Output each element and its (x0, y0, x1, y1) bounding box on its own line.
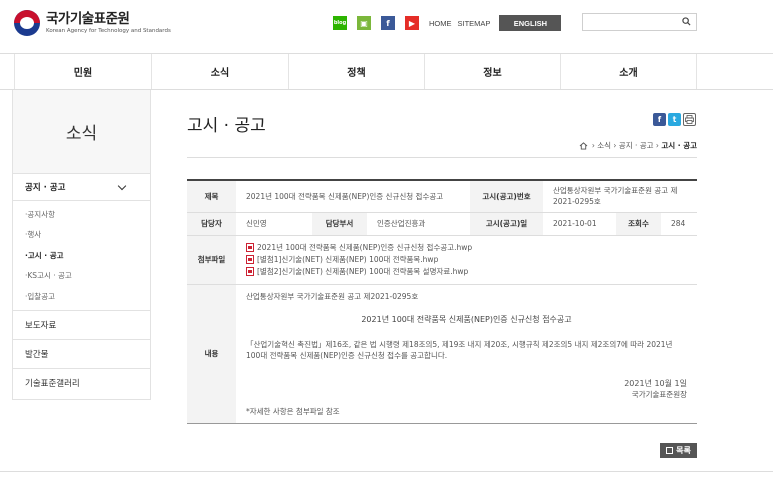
side-nav-group-notice[interactable]: 공지 · 공고 (13, 174, 150, 201)
department-value: 인증산업진흥과 (367, 212, 470, 236)
header: 국가기술표준원 Korean Agency for Technology and… (0, 0, 773, 48)
notice-number-value: 산업통상자원부 국가기술표준원 공고 제2021-0295호 (543, 180, 697, 213)
attachment-link[interactable]: [별첨1]신기술(NET) 신제품(NEP) 100대 전략품목.hwp (246, 254, 687, 266)
table-row: 내용 산업통상자원부 국가기술표준원 공고 제2021-0295호 2021년 … (187, 284, 697, 424)
divider (187, 157, 697, 158)
table-row: 제목 2021년 100대 전략품목 신제품(NEP)인증 신규신청 접수공고 … (187, 180, 697, 213)
department-label: 담당부서 (312, 212, 367, 236)
content-label: 내용 (187, 284, 236, 424)
body-date: 2021년 10월 1일 (624, 378, 687, 388)
sidebar-item-notices[interactable]: · 공지사항 (13, 204, 150, 225)
title-value: 2021년 100대 전략품목 신제품(NEP)인증 신규신청 접수공고 (236, 180, 470, 213)
notice-detail-table: 제목 2021년 100대 전략품목 신제품(NEP)인증 신규신청 접수공고 … (187, 179, 697, 424)
breadcrumb: › 소식 › 공지 · 공고 › 고시 · 공고 (579, 140, 697, 151)
sidebar-item-press[interactable]: 보도자료 (13, 311, 150, 340)
gnb-item-news[interactable]: 소식 (151, 54, 288, 89)
sidebar-item-publications[interactable]: 발간물 (13, 340, 150, 369)
logo-english-name: Korean Agency for Technology and Standar… (46, 27, 171, 34)
gnb-item-info[interactable]: 정보 (424, 54, 560, 89)
body-paragraph: 「산업기술혁신 촉진법」제16조, 같은 법 시행령 제18조의5, 제19조 … (246, 339, 673, 360)
logo-emblem-icon (14, 10, 40, 36)
logo-text: 국가기술표준원 Korean Agency for Technology and… (46, 10, 171, 35)
body-organization: 국가기술표준원장 (631, 389, 687, 399)
hwp-file-icon (246, 243, 254, 252)
gnb-item-policy[interactable]: 정책 (288, 54, 424, 89)
gnb-item-about[interactable]: 소개 (560, 54, 697, 89)
sidebar-item-announcements[interactable]: · 고시 · 공고 (13, 245, 150, 266)
facebook-share-icon[interactable]: f (653, 113, 666, 126)
views-value: 284 (661, 212, 697, 236)
attachments-label: 첨부파일 (187, 235, 236, 285)
side-nav-title: 소식 (13, 90, 150, 174)
side-nav-submenu: · 공지사항 · 행사 · 고시 · 공고 · KS고시 · 공고 · 입찰공고 (13, 201, 150, 311)
sidebar-item-gallery[interactable]: 기술표준갤러리 (13, 369, 150, 398)
home-link[interactable]: HOME (429, 19, 452, 28)
search-box (582, 13, 697, 31)
main-navigation: 민원 소식 정책 정보 소개 (0, 53, 773, 90)
sidebar-item-ks-announcements[interactable]: · KS고시 · 공고 (13, 266, 150, 287)
sitemap-link[interactable]: SITEMAP (458, 19, 491, 28)
twitter-share-icon[interactable]: t (668, 113, 681, 126)
print-icon[interactable] (683, 113, 696, 126)
views-label: 조회수 (616, 212, 661, 236)
gnb-item-civil[interactable]: 민원 (14, 54, 151, 89)
hwp-file-icon (246, 255, 254, 264)
english-button[interactable]: ENGLISH (499, 15, 562, 31)
search-input[interactable] (583, 14, 675, 30)
body-note: *자세한 사항은 첨부파일 참조 (246, 406, 340, 416)
sidebar-item-events[interactable]: · 행사 (13, 225, 150, 246)
title-label: 제목 (187, 180, 236, 213)
manager-value: 신민영 (236, 212, 312, 236)
footer-divider (0, 471, 773, 472)
attachment-link[interactable]: 2021년 100대 전략품목 신제품(NEP)인증 신규신청 접수공고.hwp (246, 242, 687, 254)
list-button-label: 목록 (676, 446, 691, 455)
side-navigation: 소식 공지 · 공고 · 공지사항 · 행사 · 고시 · 공고 · KS고시 … (12, 90, 151, 400)
list-icon (666, 447, 674, 454)
logo-korean-name: 국가기술표준원 (46, 10, 130, 27)
page-title: 고시 · 공고 (187, 116, 266, 136)
table-row: 담당자 신민영 담당부서 인증산업진흥과 고시(공고)일 2021-10-01 … (187, 212, 697, 236)
share-buttons: f t (651, 113, 696, 126)
sidebar-item-bids[interactable]: · 입찰공고 (13, 286, 150, 307)
chevron-down-icon (117, 181, 127, 191)
body-heading: 2021년 100대 전략품목 신제품(NEP)인증 신규신청 접수공고 (361, 314, 572, 324)
facebook-icon[interactable]: f (381, 16, 395, 30)
blog-icon[interactable]: blog (333, 16, 347, 30)
search-icon[interactable] (682, 17, 691, 26)
attachments-list: 2021년 100대 전략품목 신제품(NEP)인증 신규신청 접수공고.hwp… (236, 235, 697, 285)
home-icon[interactable] (579, 141, 588, 150)
content-body: 산업통상자원부 국가기술표준원 공고 제2021-0295호 2021년 100… (236, 284, 697, 424)
notice-number-label: 고시(공고)번호 (470, 180, 543, 213)
breadcrumb-path[interactable]: › 소식 › 공지 · 공고 › (592, 140, 659, 151)
breadcrumb-current: 고시 · 공고 (661, 141, 697, 150)
side-nav-group-label: 공지 · 공고 (25, 183, 66, 193)
date-label: 고시(공고)일 (470, 212, 543, 236)
utility-bar: blog ▣ f ▶ HOME SITEMAP ENGLISH (333, 15, 562, 31)
app-icon[interactable]: ▣ (357, 16, 371, 30)
youtube-icon[interactable]: ▶ (405, 16, 419, 30)
hwp-file-icon (246, 267, 254, 276)
manager-label: 담당자 (187, 212, 236, 236)
table-row: 첨부파일 2021년 100대 전략품목 신제품(NEP)인증 신규신청 접수공… (187, 235, 697, 285)
attachment-link[interactable]: [별첨2]신기술(NET) 신제품(NEP) 100대 전략품목 설명자료.hw… (246, 266, 687, 278)
list-button[interactable]: 목록 (660, 443, 697, 458)
date-value: 2021-10-01 (543, 212, 616, 236)
site-logo[interactable]: 국가기술표준원 Korean Agency for Technology and… (14, 10, 171, 36)
body-announcement-number: 산업통상자원부 국가기술표준원 공고 제2021-0295호 (246, 291, 419, 301)
